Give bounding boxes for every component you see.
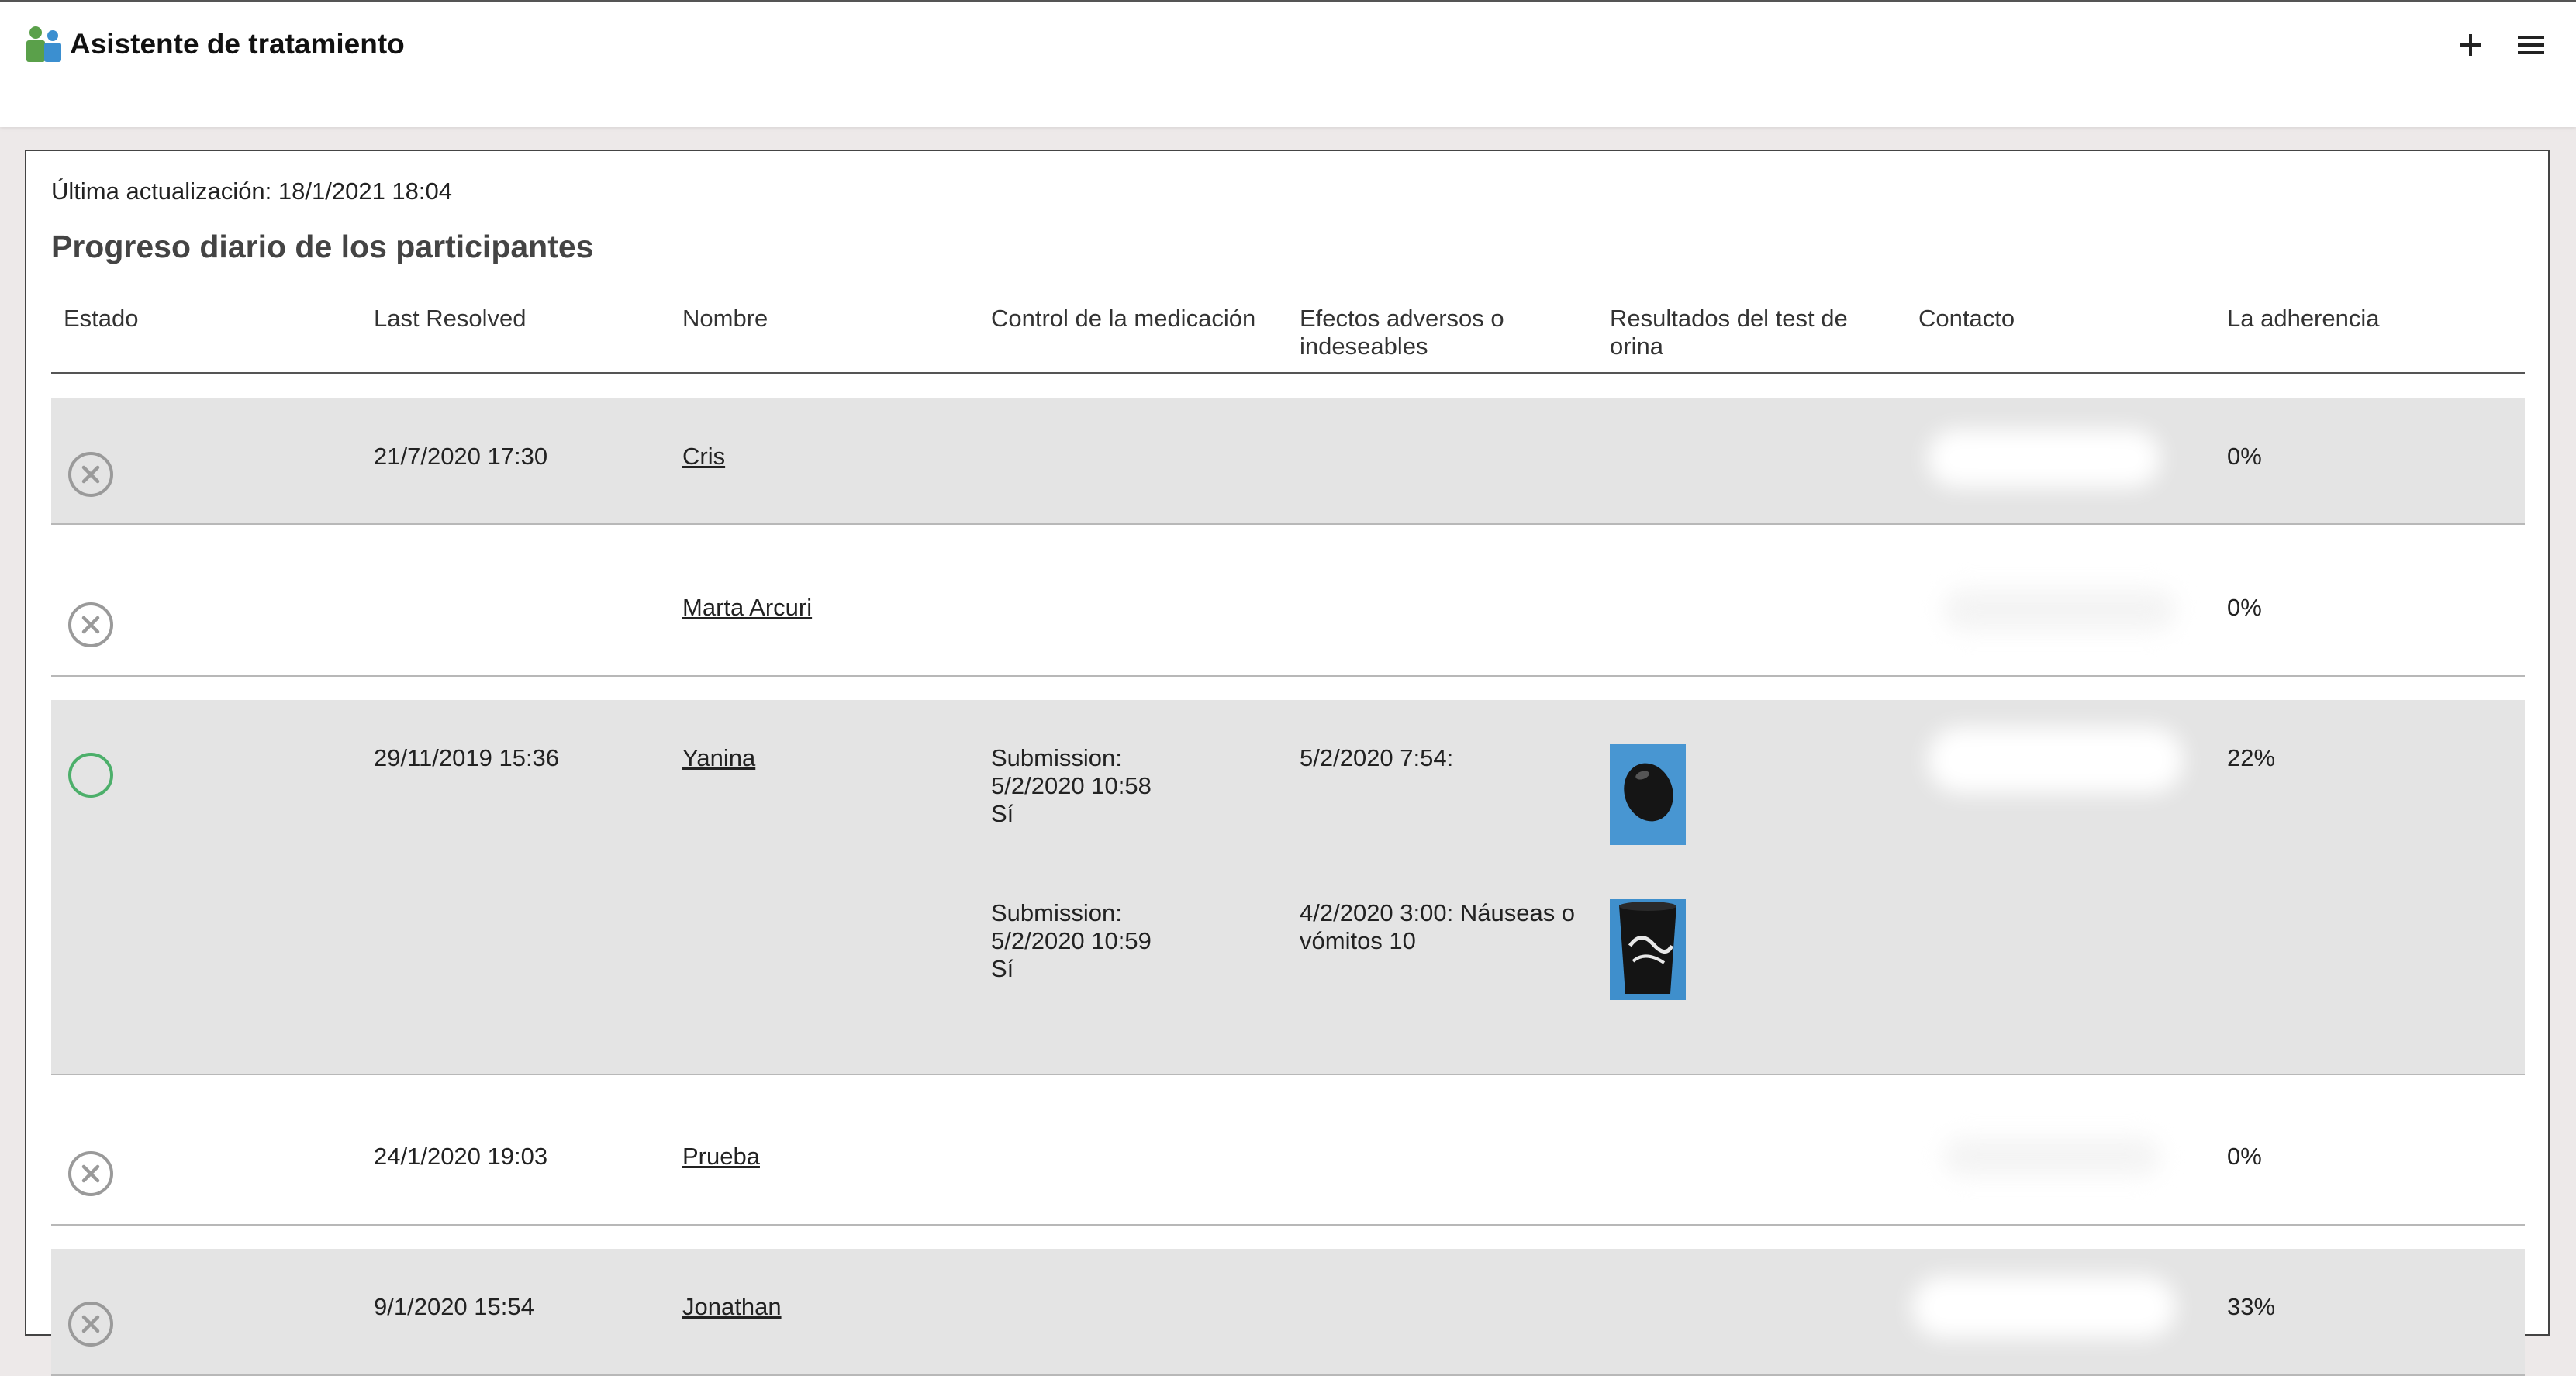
medication-entry-date: 5/2/2020 10:59 [991,927,1152,954]
column-header-adverse-effects: Efectos adversos o indeseables [1300,305,1504,360]
column-header-urine-test: Resultados del test de orina [1610,305,1848,360]
last-updated-text: Última actualización: 18/1/2021 18:04 [51,178,452,205]
adherence-value: 0% [2227,1143,2262,1170]
participant-name-link[interactable]: Prueba [682,1143,760,1171]
column-header-adherence: La adherencia [2227,305,2380,332]
medication-entry-label: Submission: [991,744,1122,771]
x-circle-icon [68,602,113,647]
column-header-last-resolved: Last Resolved [374,305,527,332]
section-title: Progreso diario de los participantes [51,229,594,264]
last-resolved-value: 24/1/2020 19:03 [374,1143,548,1170]
app-title: Asistente de tratamiento [70,28,405,60]
redacted-contact [1928,429,2160,488]
column-header-medication: Control de la medicación [991,305,1256,332]
participant-name-link[interactable]: Jonathan [682,1293,782,1321]
adherence-value: 0% [2227,443,2262,470]
hamburger-menu-icon[interactable] [2516,29,2547,60]
table-row: 21/7/2020 17:30 Cris 0% [51,398,2525,525]
column-header-status: Estado [64,305,139,332]
last-resolved-value: 29/11/2019 15:36 [374,744,560,771]
x-circle-icon [68,452,113,497]
x-circle-icon [68,1302,113,1347]
table-row: 9/1/2020 15:54 Jonathan 33% [51,1249,2525,1376]
redacted-contact [1912,1276,2176,1338]
medication-entry-date: 5/2/2020 10:58 [991,772,1152,799]
medication-entry-answer: Sí [991,955,1014,982]
table-row: 24/1/2020 19:03 Prueba 0% [51,1098,2525,1226]
circle-icon [68,753,113,798]
medication-entry-answer: Sí [991,800,1014,827]
adherence-value: 0% [2227,594,2262,621]
adverse-effect-entry: 4/2/2020 3:00: Náuseas o vómitos 10 [1300,899,1576,954]
redacted-contact [1928,727,2184,793]
column-header-name: Nombre [682,305,768,332]
urine-test-photo[interactable] [1610,899,1686,1000]
participant-name-link[interactable]: Cris [682,443,725,471]
participant-name-link[interactable]: Yanina [682,744,755,772]
column-header-contact: Contacto [1918,305,2015,332]
urine-test-photo[interactable] [1610,744,1686,845]
last-resolved-value: 9/1/2020 15:54 [374,1293,534,1320]
participant-name-link[interactable]: Marta Arcuri [682,594,812,622]
redacted-contact [1943,1137,2160,1176]
medication-entry-label: Submission: [991,899,1122,926]
people-logo-icon [26,26,61,62]
table-row: Marta Arcuri 0% [51,550,2525,677]
x-circle-icon [68,1151,113,1196]
participants-panel: Última actualización: 18/1/2021 18:04 Pr… [25,150,2550,1376]
redacted-contact [1943,588,2176,631]
adverse-effect-entry: 5/2/2020 7:54: [1300,744,1454,771]
adherence-value: 22% [2227,744,2276,771]
table-row: 29/11/2019 15:36 Yanina Submission: 5/2/… [51,700,2525,1075]
plus-icon[interactable] [2455,29,2486,60]
medication-entry: Submission: 5/2/2020 10:59 Sí [991,899,1152,983]
app-header: Asistente de tratamiento [0,0,2576,127]
medication-entry: Submission: 5/2/2020 10:58 Sí [991,744,1152,828]
last-resolved-value: 21/7/2020 17:30 [374,443,548,470]
header-divider [51,372,2525,374]
adherence-value: 33% [2227,1293,2276,1320]
